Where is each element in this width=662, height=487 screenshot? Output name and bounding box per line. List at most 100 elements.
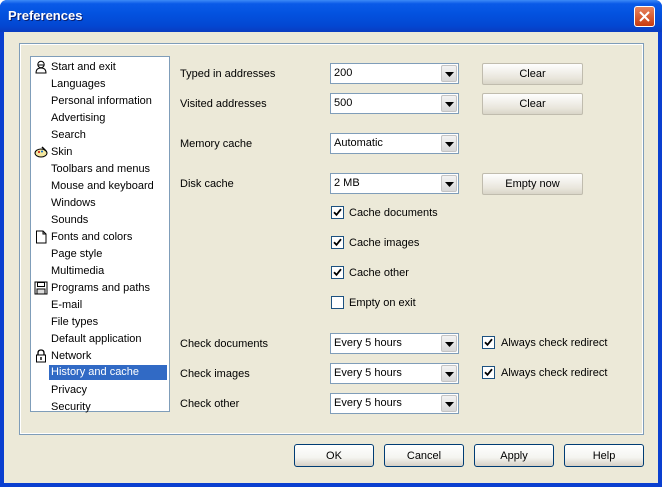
tree-item-label: Multimedia	[51, 265, 105, 277]
cache-option-checkbox[interactable]	[331, 236, 344, 249]
tree-item[interactable]: File types	[31, 314, 169, 331]
tree-item-label: Skin	[51, 146, 73, 158]
tree-item-label: Default application	[51, 333, 142, 345]
check-documents-value: Every 5 hours	[334, 337, 402, 349]
close-icon	[639, 11, 650, 22]
check-other-value: Every 5 hours	[334, 397, 402, 409]
document-icon	[34, 230, 48, 244]
tree-item[interactable]: Windows	[31, 195, 169, 212]
clear-visited-button[interactable]: Clear	[482, 93, 583, 115]
disk-cache-select[interactable]: 2 MB	[330, 173, 459, 194]
documents-redirect-label: Always check redirect	[501, 337, 608, 349]
check-images-value: Every 5 hours	[334, 367, 402, 379]
tree-item-label: History and cache	[49, 365, 167, 380]
chevron-down-icon[interactable]	[441, 175, 457, 192]
tree-item[interactable]: Skin	[31, 144, 169, 161]
documents-redirect-checkbox[interactable]	[482, 336, 495, 349]
tree-item-label: Page style	[51, 248, 103, 260]
check-other-select[interactable]: Every 5 hours	[330, 393, 459, 414]
tree-item[interactable]: Mouse and keyboard	[31, 178, 169, 195]
ok-button[interactable]: OK	[294, 444, 374, 467]
memory-cache-select[interactable]: Automatic	[330, 133, 459, 154]
tree-item-label: Advertising	[51, 112, 106, 124]
tree-item[interactable]: History and cache	[31, 365, 169, 382]
cache-option-checkbox[interactable]	[331, 266, 344, 279]
settings-panel: Start and exit Languages Personal informat…	[19, 43, 644, 435]
tree-item-label: Network	[51, 350, 92, 362]
memory-cache-label: Memory cache	[180, 138, 253, 150]
tree-item-label: Search	[51, 129, 86, 141]
tree-item[interactable]: Fonts and colors	[31, 229, 169, 246]
tree-item-label: Personal information	[51, 95, 152, 107]
cache-option-label: Cache images	[349, 237, 420, 249]
title-bar[interactable]: Preferences	[0, 0, 662, 32]
category-tree[interactable]: Start and exit Languages Personal informat…	[30, 56, 170, 413]
checkmark-icon	[484, 368, 493, 377]
tree-item[interactable]: Personal information	[31, 93, 169, 110]
tree-item-label: Mouse and keyboard	[51, 180, 154, 192]
cache-option-checkbox[interactable]	[331, 206, 344, 219]
tree-item[interactable]: E-mail	[31, 297, 169, 314]
tree-item[interactable]: Network	[31, 348, 169, 365]
tree-item[interactable]: Start and exit	[31, 59, 169, 76]
chevron-down-icon[interactable]	[441, 95, 457, 112]
tree-item-label: Programs and paths	[51, 282, 151, 294]
tree-item[interactable]: Advertising	[31, 110, 169, 127]
disk-cache-label: Disk cache	[180, 178, 234, 190]
tree-item-label: Start and exit	[51, 61, 116, 73]
tree-item[interactable]: Search	[31, 127, 169, 144]
chevron-down-icon[interactable]	[441, 65, 457, 82]
floppy-disk-icon	[34, 281, 48, 295]
tree-item[interactable]: Page style	[31, 246, 169, 263]
padlock-icon	[34, 349, 48, 363]
checkmark-icon	[484, 338, 493, 347]
check-images-select[interactable]: Every 5 hours	[330, 363, 459, 384]
check-documents-select[interactable]: Every 5 hours	[330, 333, 459, 354]
tree-item[interactable]: Security	[31, 399, 169, 416]
visited-addresses-value: 500	[334, 97, 353, 109]
disk-cache-value: 2 MB	[334, 177, 360, 189]
cancel-button[interactable]: Cancel	[384, 444, 464, 467]
tree-item-label: Languages	[51, 78, 106, 90]
tree-item[interactable]: Privacy	[31, 382, 169, 399]
palette-icon	[34, 145, 48, 159]
tree-item-label: Windows	[51, 197, 96, 209]
tree-item[interactable]: Sounds	[31, 212, 169, 229]
checkmark-icon	[333, 268, 342, 277]
cache-option-label: Empty on exit	[349, 297, 416, 309]
checkmark-icon	[333, 238, 342, 247]
chevron-down-icon[interactable]	[441, 395, 457, 412]
apply-button[interactable]: Apply	[474, 444, 554, 467]
empty-now-button[interactable]: Empty now	[482, 173, 583, 195]
tree-item-label: Fonts and colors	[51, 231, 133, 243]
tree-item[interactable]: Languages	[31, 76, 169, 93]
tree-item[interactable]: Multimedia	[31, 263, 169, 280]
cache-option-label: Cache documents	[349, 207, 438, 219]
preferences-window: Preferences Start and exit Languages Perso…	[0, 0, 662, 487]
tree-item[interactable]: Toolbars and menus	[31, 161, 169, 178]
tree-item-label: File types	[51, 316, 99, 328]
close-button[interactable]	[634, 6, 655, 27]
dialog-client-area: Start and exit Languages Personal informat…	[4, 32, 658, 483]
tree-item-label: Sounds	[51, 214, 89, 226]
check-other-label: Check other	[180, 398, 240, 410]
visited-addresses-label: Visited addresses	[180, 98, 267, 110]
person-icon	[34, 60, 48, 74]
tree-item-label: Security	[51, 401, 91, 413]
tree-item[interactable]: Programs and paths	[31, 280, 169, 297]
images-redirect-checkbox[interactable]	[482, 366, 495, 379]
help-button[interactable]: Help	[564, 444, 644, 467]
chevron-down-icon[interactable]	[441, 365, 457, 382]
visited-addresses-select[interactable]: 500	[330, 93, 459, 114]
images-redirect-label: Always check redirect	[501, 367, 608, 379]
checkmark-icon	[333, 208, 342, 217]
cache-option-checkbox[interactable]	[331, 296, 344, 309]
clear-typed-button[interactable]: Clear	[482, 63, 583, 85]
typed-addresses-select[interactable]: 200	[330, 63, 459, 84]
chevron-down-icon[interactable]	[441, 335, 457, 352]
memory-cache-value: Automatic	[334, 137, 383, 149]
tree-item[interactable]: Default application	[31, 331, 169, 348]
chevron-down-icon[interactable]	[441, 135, 457, 152]
window-title: Preferences	[8, 8, 83, 23]
check-documents-label: Check documents	[180, 338, 269, 350]
